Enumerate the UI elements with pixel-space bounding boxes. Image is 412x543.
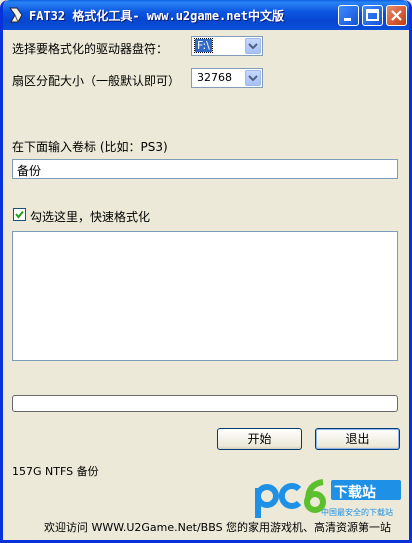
drive-select[interactable]: F:\ — [191, 36, 263, 56]
check-icon — [15, 210, 24, 219]
quick-format-checkbox[interactable] — [13, 208, 26, 221]
quick-format-label[interactable]: 勾选这里，快速格式化 — [30, 208, 150, 225]
cluster-label: 扇区分配大小（一般默认即可） — [12, 74, 181, 88]
minimize-icon — [344, 18, 351, 21]
close-icon — [391, 10, 402, 21]
volume-label: 在下面输入卷标 (比如：PS3) — [12, 140, 168, 154]
drive-label: 选择要格式化的驱动器盘符： — [12, 42, 169, 56]
maximize-button[interactable] — [362, 5, 383, 26]
volume-input[interactable]: 备份 — [12, 159, 398, 179]
pc6-subline: 中国最安全的下载站 — [321, 508, 393, 517]
pc6-tagline: 下载站 — [334, 485, 376, 501]
footer-text: 欢迎访问 WWW.U2Game.Net/BBS 您的家用游戏机、高清资源第一站 — [44, 521, 392, 534]
status-text: 157G NTFS 备份 — [12, 465, 99, 478]
drive-select-value: F:\ — [194, 38, 213, 53]
chevron-down-icon[interactable] — [245, 38, 261, 54]
maximize-icon — [366, 9, 379, 21]
pc6-logo-mark — [255, 479, 326, 518]
start-button[interactable]: 开始 — [217, 428, 302, 450]
format-progress-bar — [12, 395, 398, 412]
close-button[interactable] — [386, 5, 407, 26]
cluster-select-value: 32768 — [197, 71, 232, 84]
minimize-button[interactable] — [338, 5, 359, 26]
cluster-select[interactable]: 32768 — [191, 68, 263, 88]
window-title: FAT32 格式化工具- www.u2game.net中文版 — [29, 9, 284, 23]
pc6-watermark: 下载站 中国最安全的下载站 — [253, 478, 403, 522]
exit-button[interactable]: 退出 — [315, 428, 400, 450]
log-output[interactable] — [12, 231, 398, 361]
app-window: FAT32 格式化工具- www.u2game.net中文版 选择要格式化的驱动… — [0, 0, 412, 543]
app-icon — [9, 7, 23, 23]
volume-input-value: 备份 — [17, 164, 42, 178]
title-bar[interactable]: FAT32 格式化工具- www.u2game.net中文版 — [3, 0, 409, 30]
chevron-down-icon[interactable] — [245, 70, 261, 86]
